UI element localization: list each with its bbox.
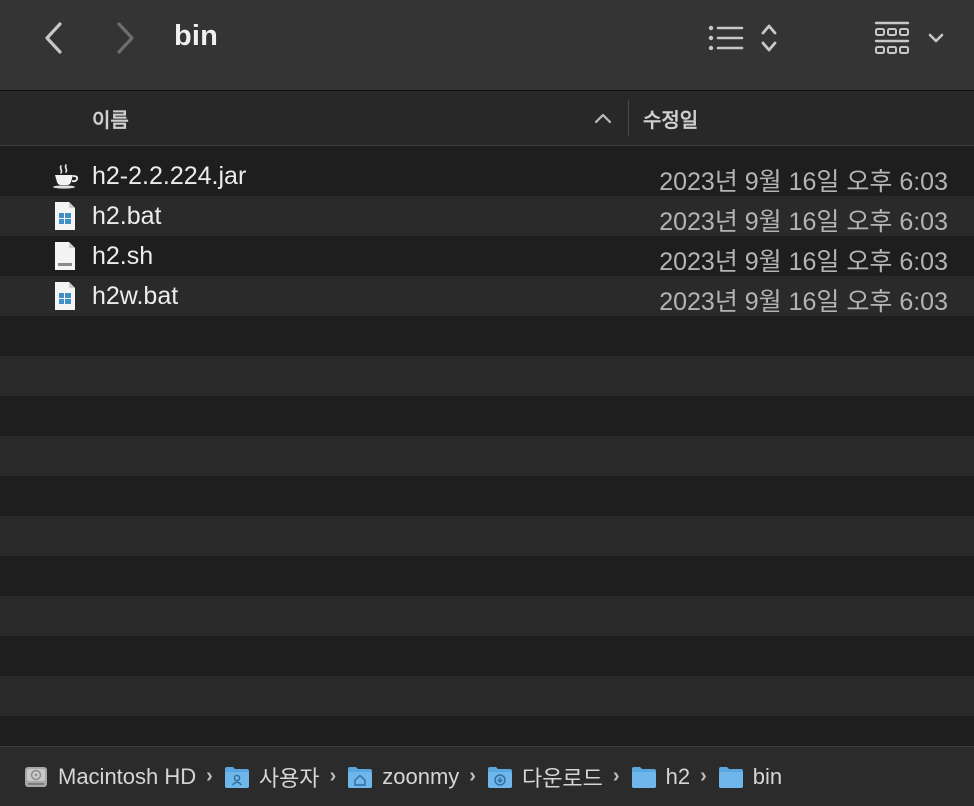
file-modified-date: 2023년 9월 16일 오후 6:03 [659,288,948,316]
empty-row [0,396,974,436]
empty-row [0,636,974,676]
windows-document-icon [51,282,79,310]
chevron-right-icon [117,22,134,54]
file-row[interactable]: h2w.bat 2023년 9월 16일 오후 6:03 [0,276,974,316]
folder-icon [631,764,657,790]
users-folder-icon [224,764,250,790]
path-separator: › [206,765,213,787]
toolbar: bin [0,0,974,91]
path-item-label: zoonmy [382,763,460,789]
path-item-label: 사용자 [258,765,320,791]
empty-row [0,356,974,396]
path-item-macintosh-hd[interactable]: Macintosh HD [23,762,196,792]
view-mode-button[interactable] [706,20,782,56]
path-item-users[interactable]: 사용자 [224,762,320,792]
path-item-label: 다운로드 [521,765,603,791]
windows-document-icon [51,202,79,230]
column-divider[interactable] [628,100,629,136]
folder-icon [718,764,744,790]
chevron-left-icon [45,22,62,54]
window-title: bin [174,20,219,52]
file-name: h2.bat [92,202,162,230]
downloads-folder-icon [487,764,513,790]
column-header-name[interactable]: 이름 [92,104,129,133]
hard-drive-icon [23,764,49,790]
empty-row [0,596,974,636]
path-item-downloads[interactable]: 다운로드 [487,762,603,792]
file-modified-date: 2023년 9월 16일 오후 6:03 [659,248,948,276]
forward-button[interactable] [107,18,143,58]
empty-row [0,476,974,516]
path-item-bin[interactable]: bin [718,762,782,792]
path-separator: › [612,765,620,787]
empty-row [0,316,974,356]
path-item-label: Macintosh HD [58,763,197,789]
path-item-h2[interactable]: h2 [631,762,690,792]
file-name: h2w.bat [92,282,179,310]
file-row[interactable]: h2-2.2.224.jar 2023년 9월 16일 오후 6:03 [0,156,974,196]
shell-script-icon [51,242,79,270]
path-item-label: bin [752,763,783,789]
java-cup-icon [51,162,79,190]
sort-ascending-icon[interactable] [592,107,614,129]
file-name: h2.sh [92,242,154,270]
file-list: h2-2.2.224.jar 2023년 9월 16일 오후 6:03 h2.b… [0,156,974,756]
file-row[interactable]: h2.sh 2023년 9월 16일 오후 6:03 [0,236,974,276]
column-header-modified[interactable]: 수정일 [643,104,698,133]
column-header: 이름 수정일 [0,91,974,146]
home-folder-icon [347,764,373,790]
finder-window: bin 이름 수정일 h2-2.2.224.jar 2023년 9월 16일 오… [0,0,974,806]
list-view-icon [708,25,744,51]
path-bar: Macintosh HD › 사용자 › zoonmy › 다운로드 › h2 … [0,746,974,806]
file-modified-date: 2023년 9월 16일 오후 6:03 [659,208,948,236]
path-item-label: h2 [665,763,691,789]
path-separator: › [700,765,707,787]
path-separator: › [469,765,476,787]
updown-chevron-icon [761,24,777,52]
chevron-down-icon [928,33,944,43]
file-row[interactable]: h2.bat 2023년 9월 16일 오후 6:03 [0,196,974,236]
empty-row [0,436,974,476]
path-item-home[interactable]: zoonmy [347,762,459,792]
empty-row [0,556,974,596]
path-separator: › [329,765,337,787]
group-view-button[interactable] [872,20,948,56]
file-name: h2-2.2.224.jar [92,162,247,190]
empty-row [0,676,974,716]
empty-row [0,516,974,556]
grid-view-icon [874,21,910,54]
back-button[interactable] [36,18,72,58]
file-modified-date: 2023년 9월 16일 오후 6:03 [659,168,948,196]
